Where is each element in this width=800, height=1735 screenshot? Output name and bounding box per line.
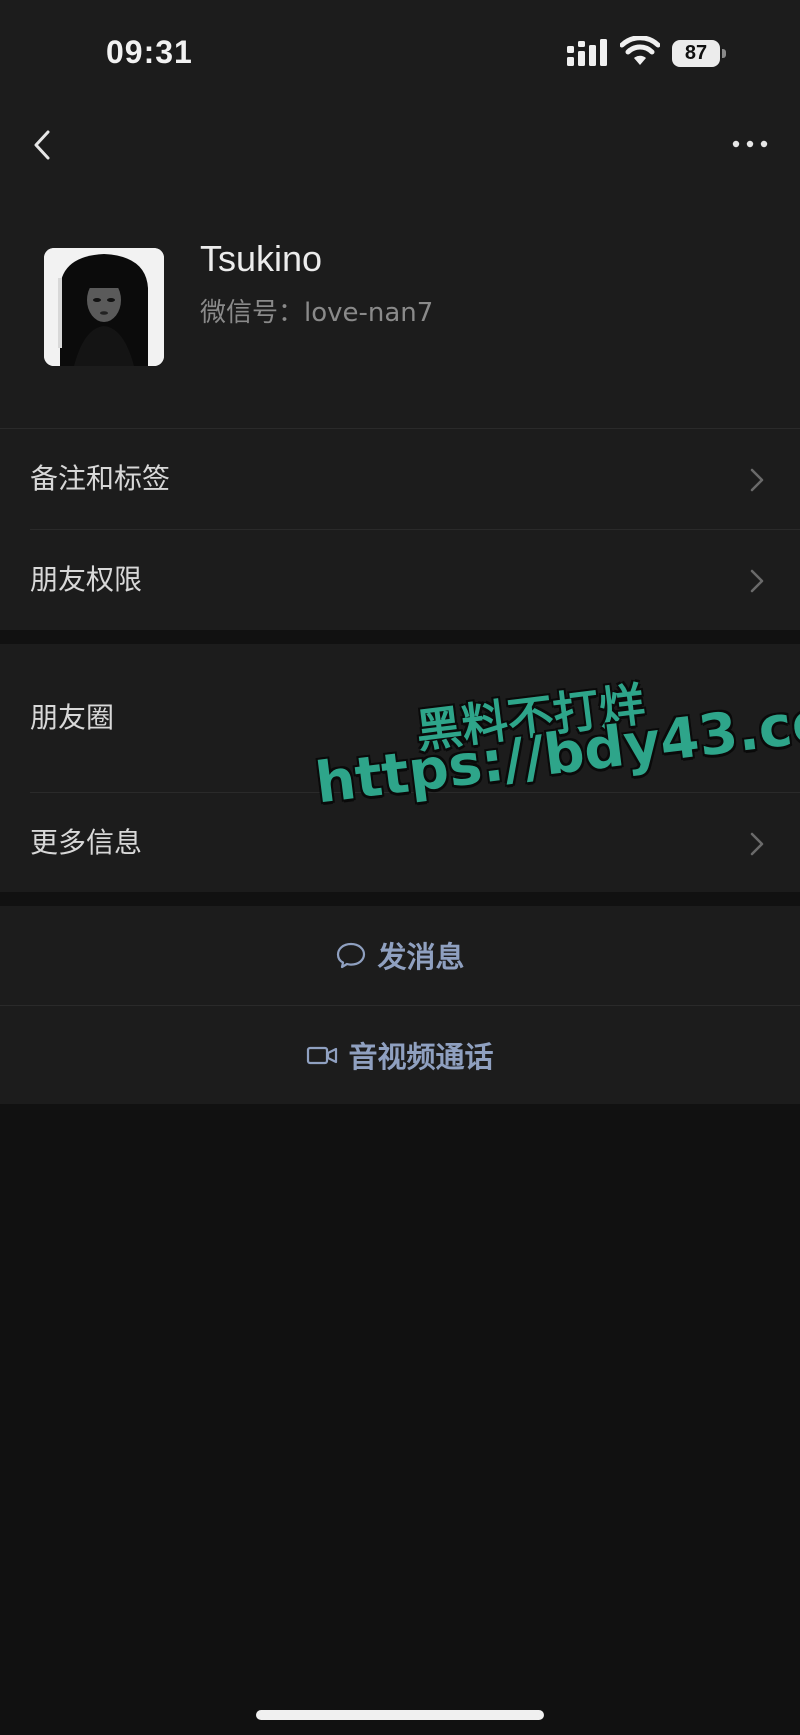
- avatar-portrait-image: [44, 248, 164, 366]
- chevron-right-icon: [750, 832, 764, 856]
- action-panel: 发消息 音视频通话: [0, 906, 800, 1104]
- battery-indicator: 87: [672, 40, 726, 67]
- video-call-content: 音视频通话: [306, 1034, 494, 1076]
- status-bar: 09:31 87: [0, 0, 800, 100]
- chat-bubble-icon: [337, 942, 366, 969]
- settings-group-1: 备注和标签 朋友权限: [0, 428, 800, 630]
- video-call-button[interactable]: 音视频通话: [0, 1006, 800, 1104]
- send-message-label: 发消息: [377, 940, 465, 974]
- cellular-signal-icon: [567, 39, 607, 66]
- send-message-content: 发消息: [335, 934, 465, 976]
- contact-profile-screen: 09:31 87 Tsukino 微信号：love-nan7 备注和标签 朋友权…: [0, 0, 800, 1735]
- friend-permissions-row[interactable]: 朋友权限: [0, 530, 800, 630]
- home-indicator[interactable]: [256, 1710, 544, 1720]
- row-label: 朋友圈: [30, 701, 115, 734]
- chevron-right-icon: [750, 569, 764, 593]
- contact-name: Tsukino: [200, 238, 323, 279]
- row-label: 朋友权限: [30, 563, 143, 596]
- chevron-left-icon[interactable]: [24, 120, 64, 170]
- avatar[interactable]: [44, 248, 164, 366]
- battery-cap: [722, 49, 726, 58]
- row-label: 备注和标签: [30, 462, 171, 495]
- profile-header: Tsukino 微信号：love-nan7: [0, 200, 800, 428]
- navigation-bar: [0, 100, 800, 200]
- remarks-and-tags-row[interactable]: 备注和标签: [0, 429, 800, 529]
- ellipsis-icon[interactable]: [728, 126, 772, 162]
- chevron-right-icon: [750, 468, 764, 492]
- more-info-row[interactable]: 更多信息: [0, 793, 800, 893]
- send-message-button[interactable]: 发消息: [0, 906, 800, 1004]
- row-label: 更多信息: [30, 826, 143, 859]
- status-time: 09:31: [106, 34, 193, 70]
- battery-level: 87: [684, 42, 708, 64]
- video-camera-icon: [307, 1046, 338, 1065]
- wechat-id: 微信号：love-nan7: [200, 298, 434, 328]
- wifi-icon: [620, 36, 660, 65]
- video-call-label: 音视频通话: [348, 1040, 494, 1074]
